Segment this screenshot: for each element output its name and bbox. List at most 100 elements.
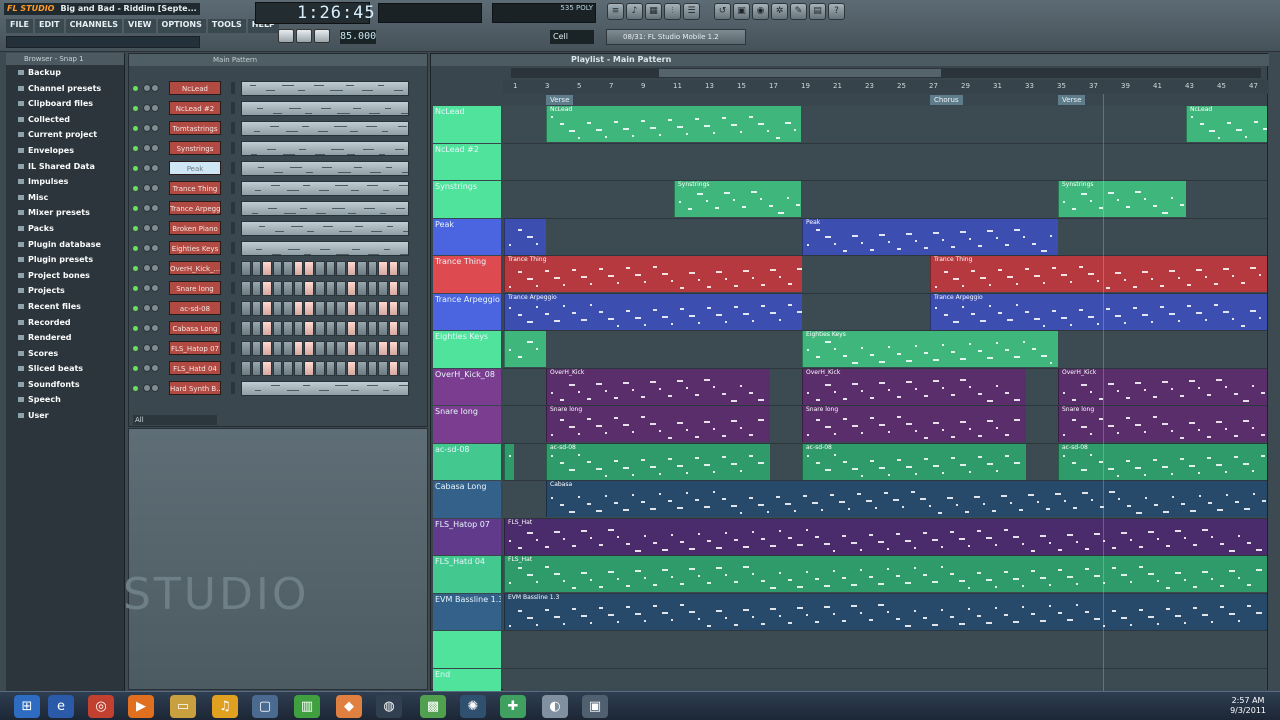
pattern-clip[interactable]: Peak [802, 218, 1058, 255]
step-button[interactable] [378, 321, 388, 336]
channel-knob[interactable] [143, 284, 151, 292]
channel-row[interactable]: ac-sd-08 [129, 298, 429, 318]
channel-led[interactable] [133, 206, 138, 211]
channel-knob[interactable] [151, 344, 159, 352]
channel-knob[interactable] [143, 264, 151, 272]
channel-name-button[interactable]: Trance Thing [169, 181, 221, 195]
channel-row[interactable]: Snare long [129, 278, 429, 298]
step-button[interactable] [367, 281, 378, 296]
channel-knob[interactable] [151, 184, 159, 192]
track-lane[interactable]: FLS_Hat [503, 518, 1267, 556]
app3-icon[interactable]: ◆ [336, 695, 362, 718]
track-lane[interactable]: Snare long Snare long Snare long [503, 406, 1267, 444]
song-marker[interactable]: Verse [546, 95, 574, 105]
channel-name-button[interactable]: Snare long [169, 281, 221, 295]
step-button[interactable] [241, 361, 251, 376]
channel-knob[interactable] [143, 324, 151, 332]
pattern-clip[interactable]: OverH_Kick [802, 368, 1026, 405]
step-button[interactable] [304, 321, 314, 336]
channel-name-button[interactable]: Synstrings [169, 141, 221, 155]
step-button[interactable] [346, 321, 357, 336]
pattern-clip[interactable]: Snare long [546, 406, 770, 442]
chrome-icon[interactable]: ◎ [88, 695, 114, 718]
channel-knob[interactable] [143, 184, 151, 192]
channel-row[interactable]: Synstrings [129, 138, 429, 158]
step-button[interactable] [325, 281, 336, 296]
step-button[interactable] [325, 261, 336, 276]
channel-name-button[interactable]: ac-sd-08 [169, 301, 221, 315]
step-button[interactable] [357, 261, 367, 276]
channel-knob[interactable] [143, 224, 151, 232]
mini-piano-roll[interactable] [241, 121, 409, 136]
step-sequencer[interactable] [241, 321, 409, 336]
pattern-clip[interactable]: Cabasa [546, 481, 1267, 517]
channel-name-button[interactable]: Eighties Keys [169, 241, 221, 255]
menu-file[interactable]: FILE [6, 19, 34, 33]
app7-icon[interactable]: ◐ [542, 695, 568, 718]
step-button[interactable] [378, 281, 388, 296]
channel-led[interactable] [133, 286, 138, 291]
step-button[interactable] [367, 341, 378, 356]
step-button[interactable] [378, 361, 388, 376]
step-button[interactable] [357, 281, 367, 296]
channel-row[interactable]: Trance Thing [129, 178, 429, 198]
channel-name-button[interactable]: FLS_Hatd 04 [169, 361, 221, 375]
browser-item[interactable]: Plugin presets [6, 252, 124, 268]
mini-piano-roll[interactable] [241, 201, 409, 216]
pattern-clip[interactable]: OverH_Kick [546, 368, 770, 405]
track-header[interactable]: Peak [433, 218, 501, 255]
browser-item[interactable]: Packs [6, 221, 124, 237]
news-ticker-button[interactable]: 08/31: FL Studio Mobile 1.2 [606, 29, 746, 45]
channel-knob[interactable] [151, 324, 159, 332]
step-sequencer[interactable] [241, 261, 409, 276]
channel-led[interactable] [133, 186, 138, 191]
channel-name-button[interactable]: Cabasa Long [169, 321, 221, 335]
channel-name-button[interactable]: NcLead #2 [169, 101, 221, 115]
channel-knob[interactable] [151, 264, 159, 272]
browser-item[interactable]: Rendered [6, 330, 124, 346]
step-button[interactable] [283, 281, 293, 296]
browser-item[interactable]: Projects [6, 283, 124, 299]
step-button[interactable] [262, 301, 272, 316]
step-button[interactable] [378, 341, 388, 356]
browser-item[interactable]: Mixer presets [6, 205, 124, 221]
step-button[interactable] [262, 321, 272, 336]
pause-button[interactable] [278, 29, 294, 43]
step-button[interactable] [262, 361, 272, 376]
step-button[interactable] [336, 341, 346, 356]
step-button[interactable] [336, 301, 346, 316]
track-header[interactable] [433, 631, 501, 668]
channel-select-bar[interactable] [231, 282, 235, 294]
step-button[interactable] [272, 301, 283, 316]
mini-piano-roll[interactable] [241, 381, 409, 396]
track-lane[interactable]: Cabasa [503, 481, 1267, 519]
track-lane[interactable]: Synstrings Synstrings [503, 181, 1267, 219]
step-button[interactable] [346, 361, 357, 376]
browser-item[interactable]: Plugin database [6, 237, 124, 253]
track-lane[interactable]: NcLead NcLead [503, 106, 1267, 144]
pattern-clip[interactable]: Eighties Keys [802, 331, 1058, 367]
step-button[interactable] [336, 361, 346, 376]
browser-item[interactable]: Clipboard files [6, 96, 124, 112]
step-button[interactable] [346, 281, 357, 296]
channel-select-bar[interactable] [231, 242, 235, 254]
step-button[interactable] [399, 281, 409, 296]
step-button[interactable] [283, 361, 293, 376]
channel-led[interactable] [133, 326, 138, 331]
channel-led[interactable] [133, 306, 138, 311]
start-icon[interactable]: ⊞ [14, 695, 40, 718]
track-lane[interactable] [503, 143, 1267, 181]
channel-select-bar[interactable] [231, 262, 235, 274]
step-button[interactable] [346, 261, 357, 276]
step-button[interactable] [293, 261, 304, 276]
step-button[interactable] [388, 341, 399, 356]
step-button[interactable] [336, 281, 346, 296]
browser-item[interactable]: Project bones [6, 268, 124, 284]
channel-knob[interactable] [151, 124, 159, 132]
pattern-clip[interactable]: Snare long [802, 406, 1026, 442]
pattern-clip[interactable]: FLS_Hat [504, 556, 1267, 592]
step-button[interactable] [314, 301, 325, 316]
track-lane[interactable]: Eighties Keys [503, 331, 1267, 369]
pattern-clip[interactable]: EVM Bassline 1.3 [504, 593, 1267, 630]
piano-roll-icon[interactable]: ♪ [626, 3, 643, 20]
